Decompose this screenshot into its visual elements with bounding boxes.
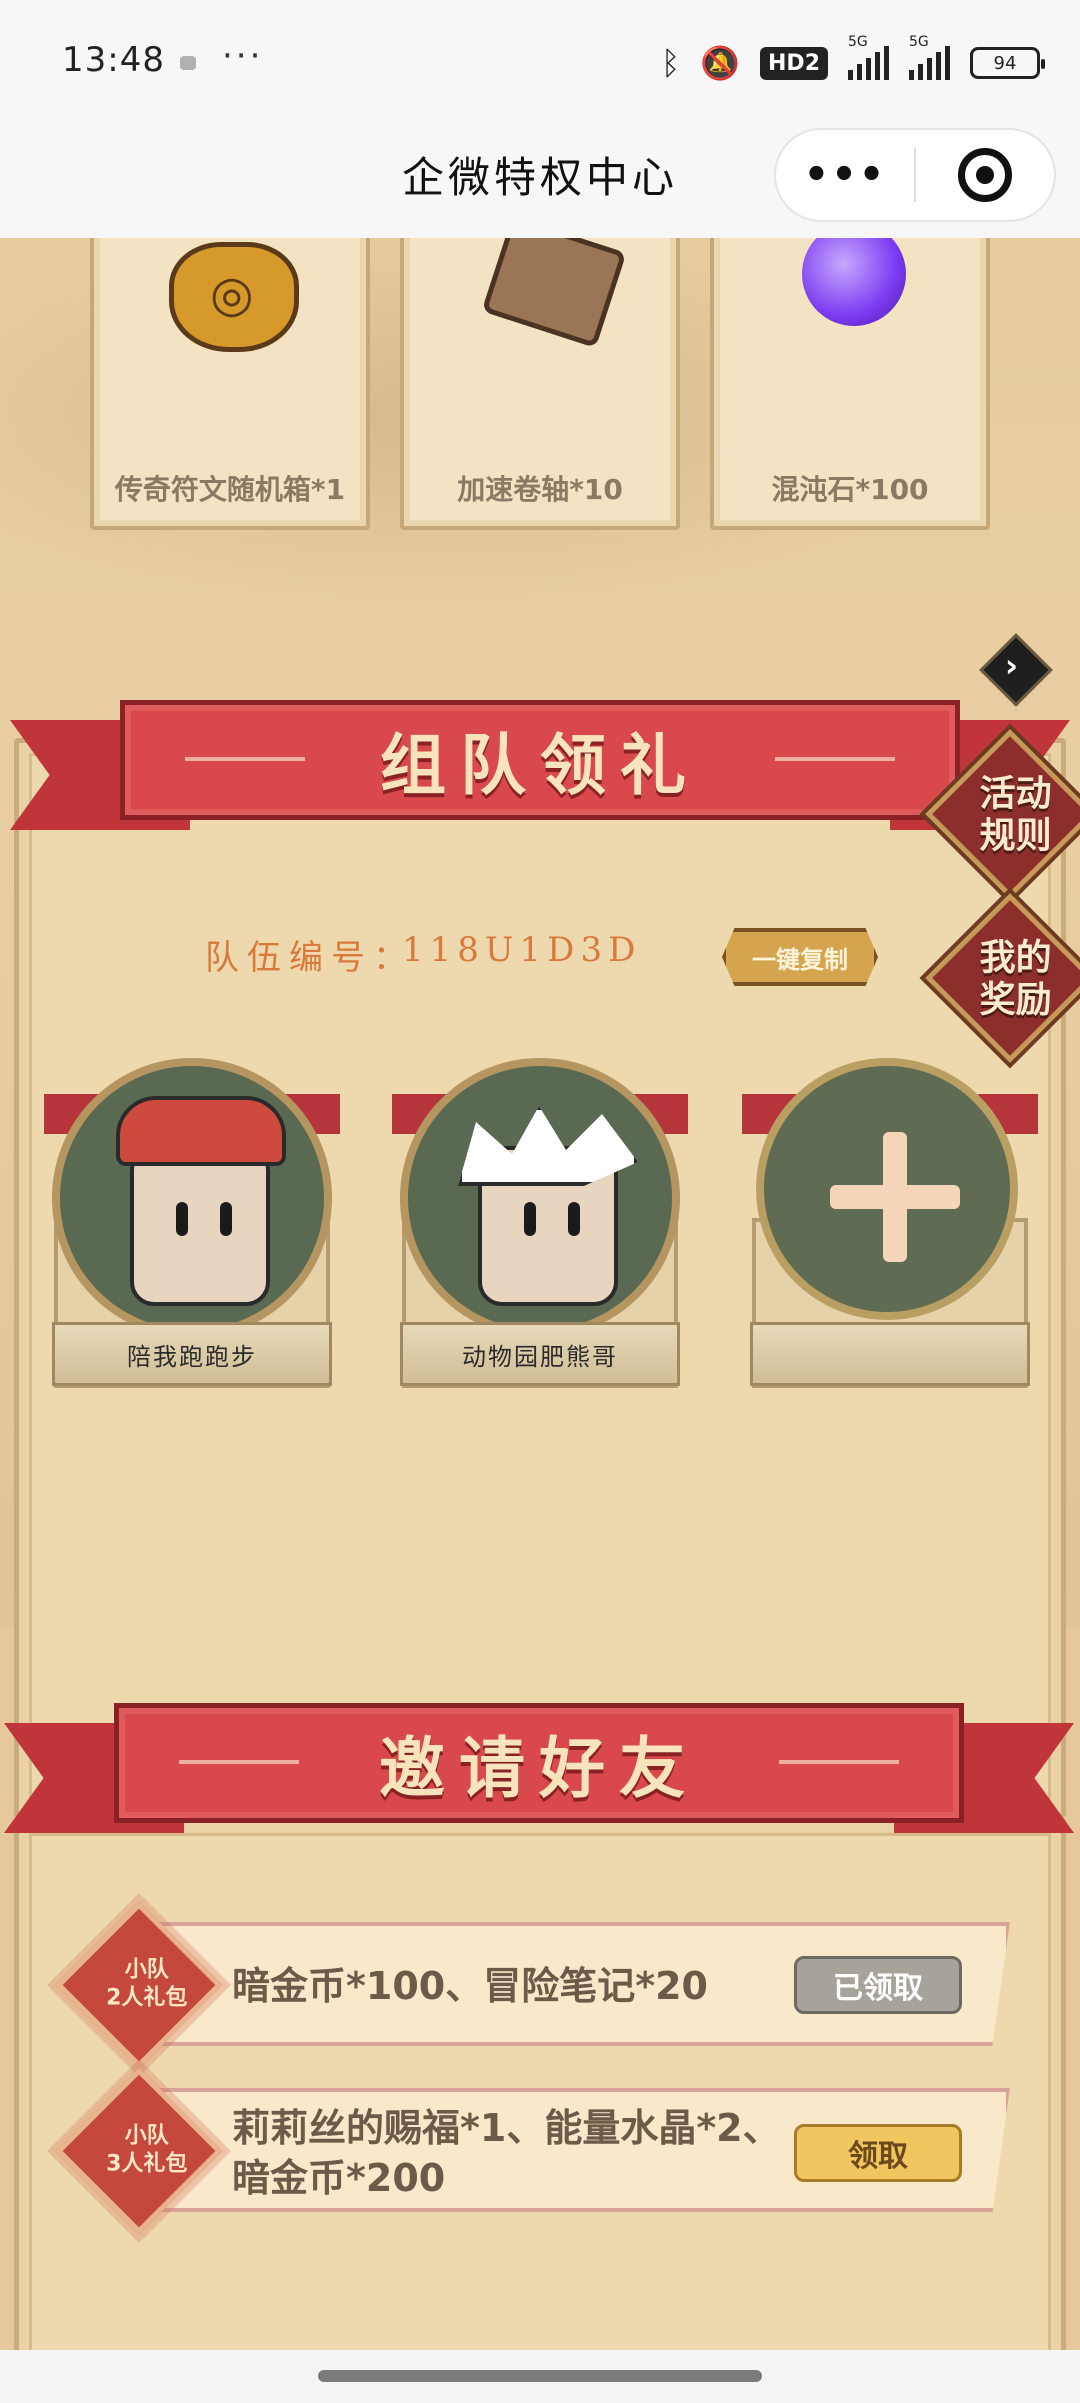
reward-label: 加速卷轴*10 bbox=[457, 473, 623, 506]
home-indicator-bar bbox=[0, 2350, 1080, 2403]
gift-row-2-person: 暗金币*100、冒险笔记*20 已领取 bbox=[130, 1922, 1010, 2046]
character-face bbox=[130, 1146, 270, 1306]
member-name bbox=[750, 1322, 1030, 1386]
invite-banner: 邀请好友 bbox=[4, 1703, 1074, 1833]
member-avatar bbox=[400, 1058, 680, 1338]
mini-program-nav: 企微特权中心 ••• bbox=[0, 120, 1080, 238]
copy-button[interactable]: 一键复制 bbox=[722, 928, 878, 986]
banner-main: 组队领礼 bbox=[120, 700, 960, 820]
team-member-empty[interactable] bbox=[742, 1058, 1038, 1388]
home-indicator[interactable] bbox=[318, 2370, 762, 2382]
bluetooth-icon: ᛒ bbox=[660, 44, 681, 82]
member-name: 陪我跑跑步 bbox=[52, 1322, 332, 1386]
team-member-1[interactable]: 陪我跑跑步 bbox=[44, 1058, 340, 1388]
network-label-2: 5G bbox=[909, 34, 929, 50]
network-label: 5G bbox=[848, 34, 868, 50]
invite-panel bbox=[14, 1818, 1066, 2350]
reward-label: 混沌石*100 bbox=[771, 473, 929, 506]
team-banner-title: 组队领礼 bbox=[380, 727, 700, 804]
gift-rewards-text: 暗金币*100、冒险笔记*20 bbox=[232, 1964, 708, 2008]
team-id-label: 队伍编号： bbox=[205, 938, 415, 978]
reward-card-1: 传奇符文随机箱*1 bbox=[90, 238, 370, 530]
battery-level: 94 bbox=[993, 52, 1017, 74]
reward-card-2: 加速卷轴*10 bbox=[400, 238, 680, 530]
reward-card-3: 混沌石*100 bbox=[710, 238, 990, 530]
banner-ornament-left bbox=[185, 757, 305, 761]
close-target-icon bbox=[957, 148, 1012, 202]
team-banner: 组队领礼 bbox=[10, 700, 1070, 830]
signal-icon: 5G bbox=[848, 34, 889, 80]
gift-rewards-text-line1: 莉莉丝的赐福*1、能量水晶*2、 bbox=[232, 2106, 781, 2150]
banner-ornament-left bbox=[179, 1760, 299, 1764]
signal-icon-2: 5G bbox=[909, 34, 950, 80]
claimed-button[interactable]: 已领取 bbox=[794, 1956, 962, 2014]
my-rewards-line-1: 我的 bbox=[979, 937, 1052, 979]
plus-icon-bar bbox=[830, 1185, 960, 1209]
activity-content[interactable]: 传奇符文随机箱*1 加速卷轴*10 混沌石*100 › 组队领礼 活动 规则 我… bbox=[0, 238, 1080, 2350]
battery-icon: 94 bbox=[970, 47, 1045, 79]
character-hat bbox=[116, 1096, 286, 1166]
hd-badge: HD2 bbox=[760, 46, 828, 80]
notification-icon bbox=[180, 56, 196, 70]
member-name: 动物园肥熊哥 bbox=[400, 1322, 680, 1386]
capsule-menu: ••• bbox=[774, 128, 1056, 222]
gift-badge-label: 小队 2人礼包 bbox=[106, 1957, 188, 2011]
close-button[interactable] bbox=[916, 148, 1054, 202]
rules-button-label: 活动 规则 bbox=[946, 773, 1080, 857]
scroll-icon bbox=[481, 238, 627, 349]
gift-row-3-person: 莉莉丝的赐福*1、能量水晶*2、 暗金币*200 领取 bbox=[130, 2088, 1010, 2212]
status-more: ··· bbox=[222, 36, 264, 76]
chevron-right-icon: › bbox=[1004, 646, 1019, 685]
team-id-value: 118U1D3D bbox=[402, 930, 642, 970]
status-time: 13:48 bbox=[62, 40, 165, 80]
rules-line-1: 活动 bbox=[979, 773, 1052, 815]
member-avatar bbox=[52, 1058, 332, 1338]
invite-banner-title: 邀请好友 bbox=[379, 1730, 699, 1807]
character-hair bbox=[458, 1106, 638, 1186]
mute-icon: 🔕 bbox=[700, 44, 741, 82]
status-icons: ᛒ 🔕 HD2 5G 5G 94 bbox=[660, 34, 1045, 88]
reward-label: 传奇符文随机箱*1 bbox=[114, 473, 346, 506]
more-button[interactable]: ••• bbox=[776, 152, 914, 198]
gift-badge-label: 小队 3人礼包 bbox=[106, 2123, 188, 2177]
rules-line-2: 规则 bbox=[979, 815, 1052, 857]
status-bar: 13:48 ··· ᛒ 🔕 HD2 5G 5G 94 bbox=[0, 0, 1080, 120]
banner-main: 邀请好友 bbox=[114, 1703, 964, 1823]
my-rewards-line-2: 奖励 bbox=[979, 979, 1052, 1021]
claim-button[interactable]: 领取 bbox=[794, 2124, 962, 2182]
my-rewards-button-label: 我的 奖励 bbox=[946, 937, 1080, 1021]
banner-ornament-right bbox=[775, 757, 895, 761]
coin-bag-icon bbox=[169, 242, 299, 352]
banner-ornament-right bbox=[779, 1760, 899, 1764]
invite-member-button[interactable] bbox=[756, 1058, 1018, 1320]
gift-rewards-text-line2: 暗金币*200 bbox=[232, 2156, 446, 2200]
team-member-2[interactable]: 动物园肥熊哥 bbox=[392, 1058, 688, 1388]
purple-orb-icon bbox=[802, 238, 906, 326]
